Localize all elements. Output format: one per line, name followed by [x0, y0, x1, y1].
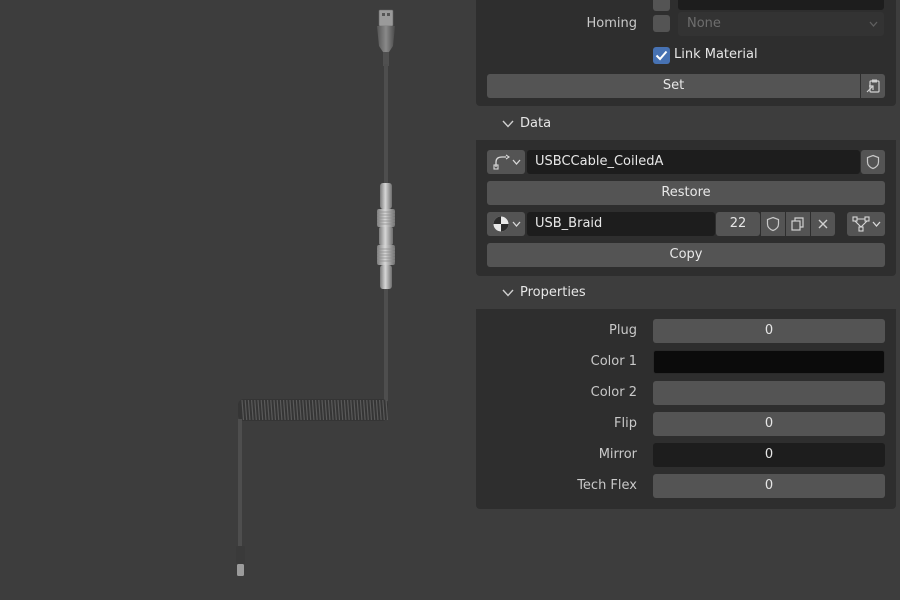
cable-segment-bottom	[238, 419, 242, 549]
homing-checkbox[interactable]	[653, 15, 670, 32]
chevron-down-icon	[512, 159, 521, 165]
cable-segment-middle	[384, 289, 388, 401]
duplicate-material-button[interactable]	[786, 212, 810, 236]
3d-viewport[interactable]	[0, 0, 476, 600]
properties-panel: Homing None Link Material Set Data USBCC…	[476, 0, 900, 600]
object-name-field[interactable]: USBCCable_CoiledA	[527, 150, 860, 174]
paste-icon	[866, 79, 880, 93]
data-section-body: USBCCable_CoiledA Restore USB_Braid 22 C…	[476, 140, 896, 276]
restore-button[interactable]: Restore	[487, 181, 885, 205]
homing-label: Homing	[586, 16, 638, 31]
chevron-down-icon	[872, 221, 881, 227]
material-browse-dropdown[interactable]	[487, 212, 525, 236]
data-section-title: Data	[520, 116, 552, 131]
color1-swatch[interactable]	[653, 350, 885, 374]
link-material-checkbox[interactable]	[653, 47, 670, 64]
usb-c-connector	[236, 546, 245, 576]
material-ball-icon	[493, 216, 509, 232]
partial-field[interactable]	[678, 0, 884, 10]
homing-value: None	[687, 16, 721, 31]
properties-section-body: Plug 0 Color 1 Color 2 Flip 0 Mirror 0 T…	[476, 309, 896, 509]
prop-label-mirror: Mirror	[598, 447, 637, 462]
curve-icon	[493, 154, 510, 170]
aviator-connector	[377, 183, 395, 289]
duplicate-icon	[791, 217, 804, 231]
properties-section-header[interactable]: Properties	[476, 279, 896, 309]
tech-flex-field[interactable]: 0	[653, 474, 885, 498]
material-fake-user-button[interactable]	[761, 212, 785, 236]
prop-label-plug: Plug	[609, 323, 637, 338]
node-tree-dropdown[interactable]	[847, 212, 885, 236]
properties-section-title: Properties	[520, 285, 586, 300]
chevron-down-icon	[869, 21, 878, 27]
color2-swatch[interactable]	[653, 381, 885, 405]
chevron-down-icon	[512, 221, 521, 227]
prop-label-flip: Flip	[614, 416, 637, 431]
set-button[interactable]: Set	[487, 74, 860, 98]
shield-icon	[866, 154, 880, 170]
link-material-label: Link Material	[674, 47, 758, 62]
curve-datablock-dropdown[interactable]	[487, 150, 525, 174]
cable-render	[236, 9, 395, 576]
plug-field[interactable]: 0	[653, 319, 885, 343]
material-users-count[interactable]: 22	[716, 212, 760, 236]
top-section-body: Homing None Link Material Set	[476, 0, 896, 106]
fake-user-button[interactable]	[861, 150, 885, 174]
coiled-cable	[238, 399, 389, 421]
set-paste-button[interactable]	[861, 74, 885, 98]
node-tree-icon	[852, 216, 870, 232]
prop-label-color1: Color 1	[590, 354, 637, 369]
data-section-header[interactable]: Data	[476, 110, 896, 140]
flip-field[interactable]: 0	[653, 412, 885, 436]
close-icon	[818, 219, 828, 229]
checkmark-icon	[655, 50, 668, 61]
copy-button[interactable]: Copy	[487, 243, 885, 267]
prop-label-tech-flex: Tech Flex	[577, 478, 637, 493]
partial-checkbox[interactable]	[653, 0, 670, 11]
chevron-down-icon	[502, 120, 514, 128]
usb-a-connector	[377, 9, 395, 66]
homing-dropdown[interactable]: None	[678, 12, 884, 36]
cable-segment-top	[384, 64, 388, 184]
prop-label-color2: Color 2	[590, 385, 637, 400]
unlink-material-button[interactable]	[811, 212, 835, 236]
chevron-down-icon	[502, 289, 514, 297]
material-name-field[interactable]: USB_Braid	[527, 212, 715, 236]
mirror-field[interactable]: 0	[653, 443, 885, 467]
shield-icon	[766, 216, 780, 232]
